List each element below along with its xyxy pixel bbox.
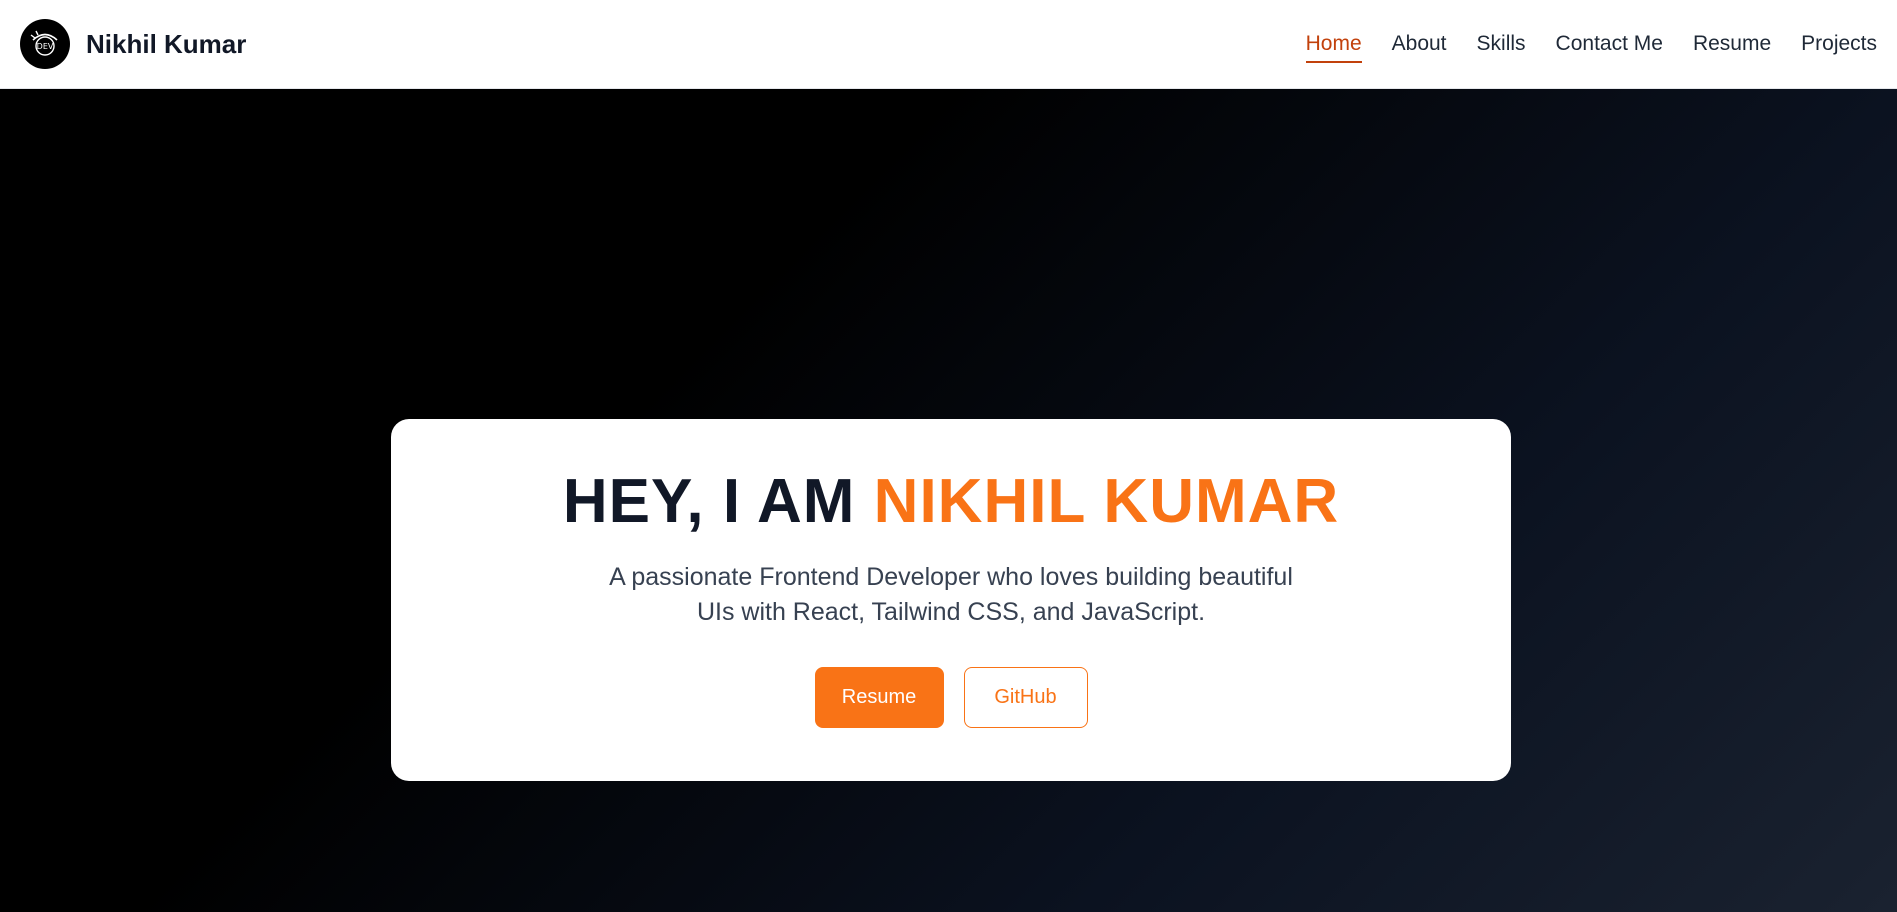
hero-subtitle: A passionate Frontend Developer who love…: [609, 563, 1293, 627]
resume-button[interactable]: Resume: [814, 667, 944, 729]
hero-card: HEY, I AM NIKHIL KUMAR A passionate Fron…: [391, 419, 1511, 781]
hero-actions: Resume GitHub: [814, 667, 1088, 729]
headline-name: NIKHIL KUMAR: [873, 467, 1340, 536]
dev-logo-icon[interactable]: DEV: [20, 19, 70, 69]
nav-skills[interactable]: Skills: [1462, 0, 1541, 88]
brand-name[interactable]: Nikhil Kumar: [86, 29, 246, 60]
nav-menu: Home About Skills Contact Me Resume Proj…: [1291, 0, 1877, 88]
nav-about[interactable]: About: [1377, 0, 1462, 88]
nav-projects[interactable]: Projects: [1786, 0, 1877, 88]
headline-prefix: HEY, I AM: [562, 467, 874, 536]
hero-headline: HEY, I AM NIKHIL KUMAR: [563, 469, 1339, 534]
logo-text: DEV: [37, 42, 54, 51]
github-button[interactable]: GitHub: [963, 667, 1088, 729]
nav-resume[interactable]: Resume: [1678, 0, 1786, 88]
nav-contact[interactable]: Contact Me: [1541, 0, 1678, 88]
navbar: DEV Nikhil Kumar Home About Skills Conta…: [0, 0, 1897, 89]
hero-section: HEY, I AM NIKHIL KUMAR A passionate Fron…: [0, 89, 1897, 912]
brand[interactable]: DEV Nikhil Kumar: [20, 19, 246, 69]
nav-home[interactable]: Home: [1291, 0, 1377, 88]
